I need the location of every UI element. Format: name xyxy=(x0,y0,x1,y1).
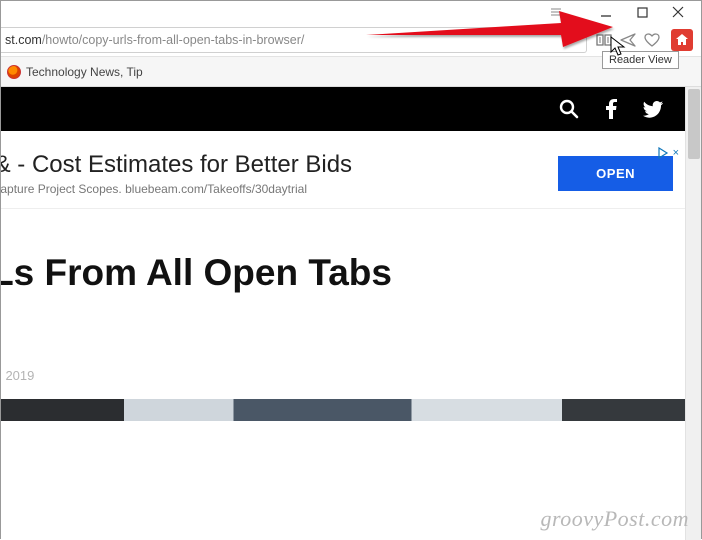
home-button[interactable] xyxy=(671,29,693,51)
advertisement: × akeoffs & - Cost Estimates for Better … xyxy=(1,145,685,209)
page-content: × akeoffs & - Cost Estimates for Better … xyxy=(1,87,685,540)
heart-icon[interactable] xyxy=(643,31,661,49)
watermark: groovyPost.com xyxy=(540,506,689,532)
vertical-scrollbar[interactable] xyxy=(685,87,701,540)
url-input[interactable]: st.com/howto/copy-urls-from-all-open-tab… xyxy=(1,27,587,53)
address-bar: st.com/howto/copy-urls-from-all-open-tab… xyxy=(1,23,701,57)
bookmark-item[interactable]: Technology News, Tip xyxy=(7,65,143,79)
url-path: /howto/copy-urls-from-all-open-tabs-in-b… xyxy=(42,33,305,47)
site-header xyxy=(1,87,685,131)
ad-close-icon[interactable]: × xyxy=(673,147,679,159)
maximize-button[interactable] xyxy=(635,5,649,19)
bookmarks-bar: Technology News, Tip xyxy=(1,57,701,87)
facebook-icon[interactable] xyxy=(601,99,621,119)
bookmark-favicon xyxy=(7,65,21,79)
scroll-thumb[interactable] xyxy=(688,89,700,159)
titlebar-menu-icon[interactable] xyxy=(549,5,563,19)
send-icon[interactable] xyxy=(619,31,637,49)
minimize-button[interactable] xyxy=(599,5,613,19)
close-button[interactable] xyxy=(671,5,685,19)
ad-open-button[interactable]: OPEN xyxy=(558,156,673,191)
bookmark-label: Technology News, Tip xyxy=(26,65,143,79)
twitter-icon[interactable] xyxy=(643,99,663,119)
ad-subtext[interactable]: mprehensively Capture Project Scopes. bl… xyxy=(1,182,538,196)
page-viewport: × akeoffs & - Cost Estimates for Better … xyxy=(1,87,701,540)
article-date: 1, 2019 xyxy=(1,368,685,383)
search-icon[interactable] xyxy=(559,99,579,119)
reader-view-tooltip: Reader View xyxy=(602,51,679,69)
window-titlebar xyxy=(1,1,701,23)
reader-view-icon[interactable] xyxy=(595,31,613,49)
ad-choices[interactable]: × xyxy=(657,147,679,159)
article: y the URLs From All Open Tabs wser 1, 20… xyxy=(1,231,685,421)
address-actions xyxy=(595,31,667,49)
article-title: y the URLs From All Open Tabs wser xyxy=(1,251,685,340)
url-domain: st.com xyxy=(5,33,42,47)
ad-headline[interactable]: akeoffs & - Cost Estimates for Better Bi… xyxy=(1,151,538,179)
article-hero-image xyxy=(1,399,685,421)
